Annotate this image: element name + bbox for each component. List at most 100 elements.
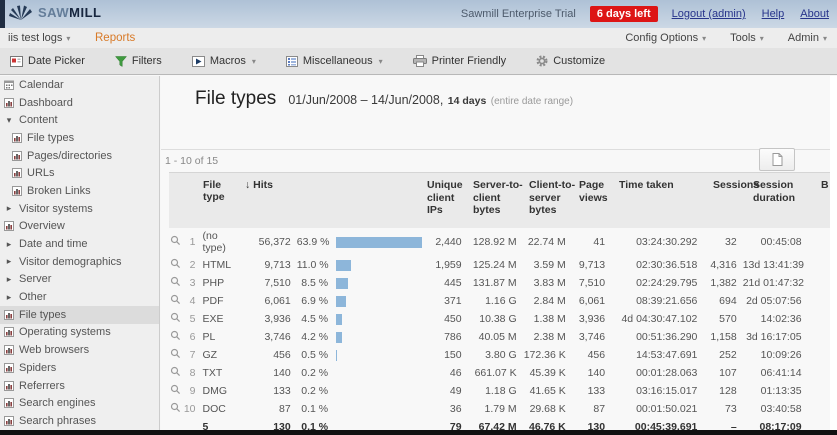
cell-zoom[interactable] — [169, 294, 183, 308]
report-icon — [3, 310, 15, 320]
table-row: 3PHP7,5108.5 %445131.87 M3.83 M7,51002:2… — [169, 274, 837, 292]
sidebar-item-label: Search engines — [19, 397, 95, 409]
cell-num: 9 — [183, 385, 199, 397]
date-range-note: (entire date range) — [491, 96, 573, 107]
chevron-down-icon: ▾ — [823, 34, 827, 43]
magnifier-icon[interactable] — [170, 258, 181, 269]
sidebar-item-other[interactable]: ▸Other — [0, 288, 159, 306]
magnifier-icon[interactable] — [170, 235, 181, 246]
sidebar-item-file-types[interactable]: File types — [0, 129, 159, 147]
column-header-c2s[interactable]: Client-to-server bytes — [529, 179, 579, 217]
toolbar-label: Customize — [553, 55, 605, 67]
cell-zoom[interactable] — [169, 402, 183, 416]
table-row: 8TXT1400.2 %46661.07 K45.39 K14000:01:28… — [169, 364, 837, 382]
toolbar-customize[interactable]: Customize — [536, 55, 605, 67]
magnifier-icon[interactable] — [170, 366, 181, 377]
hits-bar — [336, 260, 351, 271]
report-icon — [3, 381, 15, 391]
report-icon — [11, 168, 23, 178]
menu-tools[interactable]: Tools▾ — [730, 32, 764, 44]
document-icon — [772, 153, 783, 166]
cell-pct: 6.9 % — [297, 295, 334, 307]
top-link-about[interactable]: About — [800, 8, 829, 20]
table-row: 4PDF6,0616.9 %3711.16 G2.84 M6,06108:39:… — [169, 292, 837, 310]
report-icon — [11, 133, 23, 143]
sidebar-item-visitor-systems[interactable]: ▸Visitor systems — [0, 200, 159, 218]
cell-zoom[interactable] — [169, 384, 183, 398]
magnifier-icon[interactable] — [170, 294, 181, 305]
toolbar-date-picker[interactable]: Date Picker — [10, 55, 85, 67]
menu-admin[interactable]: Admin▾ — [788, 32, 827, 44]
sidebar-item-spiders[interactable]: Spiders — [0, 359, 159, 377]
magnifier-icon[interactable] — [170, 384, 181, 395]
magnifier-icon[interactable] — [170, 312, 181, 323]
sidebar-item-visitor-demographics[interactable]: ▸Visitor demographics — [0, 253, 159, 271]
sidebar-item-web-browsers[interactable]: Web browsers — [0, 341, 159, 359]
export-page-button[interactable] — [759, 148, 795, 171]
sidebar-item-search-phrases[interactable]: Search phrases — [0, 412, 159, 430]
app-window: SAWMILL Sawmill Enterprise Trial 6 days … — [0, 0, 837, 435]
toolbar-macros[interactable]: Macros▾ — [192, 55, 256, 67]
cell-dur: 00:45:08 — [743, 236, 808, 248]
sawmill-logo[interactable]: SAWMILL — [8, 3, 101, 21]
magnifier-icon[interactable] — [170, 330, 181, 341]
column-header-sess[interactable]: Sessions — [713, 179, 753, 192]
magnifier-icon[interactable] — [170, 402, 181, 413]
cell-time: 03:16:15.017 — [611, 385, 703, 397]
cell-sess: 107 — [703, 367, 742, 379]
cell-c2s: 3.83 M — [523, 277, 572, 289]
cell-hits: 456 — [244, 349, 297, 361]
sidebar-item-urls[interactable]: URLs — [0, 164, 159, 182]
toolbar-printer-friendly[interactable]: Printer Friendly — [413, 55, 507, 67]
cell-zoom[interactable] — [169, 366, 183, 380]
cell-sess: 570 — [703, 313, 742, 325]
sidebar-item-operating-systems[interactable]: Operating systems — [0, 324, 159, 342]
cell-zoom[interactable] — [169, 258, 183, 272]
trial-days-badge: 6 days left — [590, 6, 658, 22]
sidebar-item-label: Overview — [19, 220, 65, 232]
magnifier-icon[interactable] — [170, 348, 181, 359]
toolbar-filters[interactable]: Filters — [115, 55, 162, 67]
column-header-hits[interactable]: ↓ Hits — [245, 179, 299, 192]
sidebar-item-dashboard[interactable]: Dashboard — [0, 94, 159, 112]
sidebar-item-content[interactable]: ▾Content — [0, 111, 159, 129]
sidebar-item-file-types[interactable]: File types — [0, 306, 159, 324]
main-content: File types 01/Jun/2008 – 14/Jun/2008, 14… — [161, 76, 837, 430]
column-header-s2c[interactable]: Server-to-client bytes — [473, 179, 529, 217]
column-header-type[interactable]: File type — [199, 179, 245, 203]
sidebar-item-calendar[interactable]: Calendar — [0, 76, 159, 94]
column-header-time[interactable]: Time taken — [619, 179, 713, 192]
chevron-down-icon: ▾ — [66, 34, 70, 43]
menu-config-options[interactable]: Config Options▾ — [625, 32, 706, 44]
top-link-logout-admin-[interactable]: Logout (admin) — [672, 8, 746, 20]
cell-zoom[interactable] — [169, 312, 183, 326]
chevron-down-icon: ▾ — [760, 34, 764, 43]
cell-zoom[interactable] — [169, 235, 183, 249]
toolbar-label: Date Picker — [28, 55, 85, 67]
profile-dropdown[interactable]: iis test logs ▾ — [8, 28, 70, 48]
sidebar-item-label: Pages/directories — [27, 150, 112, 162]
cell-s2c: 40.05 M — [468, 331, 523, 343]
column-header-pv[interactable]: Page views — [579, 179, 619, 204]
sidebar-item-pages-directories[interactable]: Pages/directories — [0, 147, 159, 165]
cell-zoom[interactable] — [169, 348, 183, 362]
cell-time: 08:39:21.656 — [611, 295, 703, 307]
toolbar-miscellaneous[interactable]: Miscellaneous▾ — [286, 55, 383, 67]
sidebar-item-date-and-time[interactable]: ▸Date and time — [0, 235, 159, 253]
sidebar-item-referrers[interactable]: Referrers — [0, 377, 159, 395]
cell-ips: 2,440 — [422, 236, 467, 248]
sidebar-item-broken-links[interactable]: Broken Links — [0, 182, 159, 200]
sort-desc-icon: ↓ — [245, 179, 253, 191]
sidebar-item-overview[interactable]: Overview — [0, 218, 159, 236]
magnifier-icon[interactable] — [170, 276, 181, 287]
column-header-dur[interactable]: Session duration — [753, 179, 819, 204]
cell-zoom[interactable] — [169, 330, 183, 344]
sidebar-item-server[interactable]: ▸Server — [0, 271, 159, 289]
top-link-help[interactable]: Help — [762, 8, 785, 20]
cell-zoom[interactable] — [169, 276, 183, 290]
column-header-ips[interactable]: Unique client IPs — [427, 179, 473, 217]
scrollbar-track[interactable] — [830, 76, 837, 430]
tab-reports[interactable]: Reports — [95, 28, 135, 48]
cell-bar — [334, 314, 422, 325]
sidebar-item-search-engines[interactable]: Search engines — [0, 394, 159, 412]
